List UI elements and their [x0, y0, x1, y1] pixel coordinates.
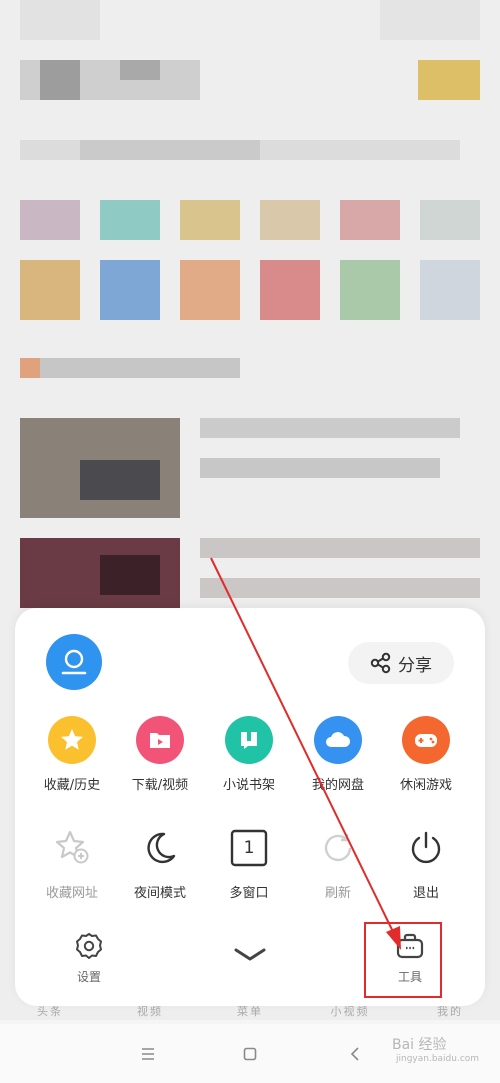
refresh-label: 刷新: [324, 886, 351, 901]
novel-bookshelf-button[interactable]: 小说书架: [204, 716, 294, 793]
chevron-down-icon: [230, 940, 270, 970]
watermark-sub: jingyan.baidu.com: [396, 1054, 480, 1064]
moon-icon: [136, 824, 184, 872]
gamepad-icon: [402, 716, 450, 764]
my-cloud-drive-button[interactable]: 我的网盘: [293, 716, 383, 793]
download-video-label: 下载/视频: [131, 778, 189, 793]
collapse-menu-button[interactable]: [205, 940, 295, 970]
favorites-history-button[interactable]: 收藏/历史: [27, 716, 117, 793]
user-avatar[interactable]: [46, 634, 102, 690]
user-icon: [61, 649, 87, 675]
folder-play-icon: [136, 716, 184, 764]
annotation-highlight-box: [364, 922, 442, 998]
watermark: Bai 经验 jingyan.baidu.com: [392, 1034, 479, 1064]
novel-bookshelf-label: 小说书架: [222, 778, 275, 793]
multi-window-label: 多窗口: [229, 886, 269, 901]
home-icon[interactable]: [238, 1042, 262, 1066]
book-icon: [225, 716, 273, 764]
download-video-button[interactable]: 下载/视频: [115, 716, 205, 793]
exit-button[interactable]: 退出: [381, 824, 471, 901]
refresh-button[interactable]: 刷新: [293, 824, 383, 901]
window-count-badge: 1: [243, 838, 255, 858]
my-cloud-drive-label: 我的网盘: [311, 778, 364, 793]
window-count-icon: 1: [225, 824, 273, 872]
power-icon: [402, 824, 450, 872]
refresh-icon: [314, 824, 362, 872]
screen: 头条 视频 菜单 小视频 我的 分享 收藏/历史 下载/视频 小说书架 我的网盘…: [0, 0, 500, 1083]
back-icon[interactable]: [343, 1042, 367, 1066]
favorites-history-label: 收藏/历史: [43, 778, 101, 793]
watermark-text: Bai 经验: [392, 1037, 447, 1053]
casual-games-button[interactable]: 休闲游戏: [381, 716, 471, 793]
multi-window-button[interactable]: 1 多窗口: [204, 824, 294, 901]
casual-games-label: 休闲游戏: [399, 778, 452, 793]
night-mode-label: 夜间模式: [133, 886, 186, 901]
recent-apps-icon[interactable]: [136, 1042, 160, 1066]
bookmark-url-button[interactable]: 收藏网址: [27, 824, 117, 901]
bookmark-url-label: 收藏网址: [45, 886, 98, 901]
share-label: 分享: [398, 655, 432, 676]
gear-icon: [73, 930, 105, 962]
night-mode-button[interactable]: 夜间模式: [115, 824, 205, 901]
settings-button[interactable]: 设置: [44, 930, 134, 985]
exit-label: 退出: [412, 886, 439, 901]
star-add-icon: [48, 824, 96, 872]
share-icon: [370, 652, 391, 674]
share-button[interactable]: 分享: [348, 642, 454, 684]
cloud-icon: [314, 716, 362, 764]
star-icon: [48, 716, 96, 764]
settings-label: 设置: [76, 970, 101, 984]
